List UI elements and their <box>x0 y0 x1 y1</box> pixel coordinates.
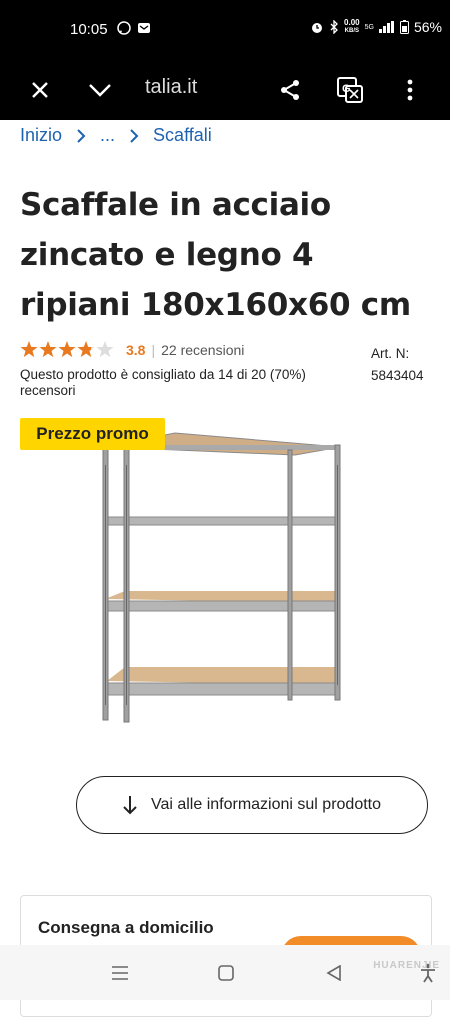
star-empty-icon <box>96 341 114 358</box>
share-button[interactable] <box>270 70 310 110</box>
recommendation-text: Questo prodotto è consigliato da 14 di 2… <box>20 367 306 398</box>
net-speed-unit: KB/S <box>344 28 359 34</box>
home-button[interactable] <box>212 959 240 987</box>
back-button[interactable] <box>320 959 348 987</box>
alarm-icon <box>312 23 323 33</box>
chevron-right-icon <box>130 128 139 143</box>
rating-stars <box>20 341 114 358</box>
translate-icon: G <box>337 77 363 103</box>
breadcrumb-home[interactable]: Inizio <box>20 125 62 146</box>
signal-label: 5G <box>364 23 374 31</box>
signal-icon <box>378 21 394 33</box>
shelf-board-3 <box>102 591 341 612</box>
more-vert-icon <box>407 79 413 101</box>
shelf-board-2 <box>102 516 341 526</box>
delivery-title: Consegna a domicilio <box>38 918 214 937</box>
menu-icon <box>112 966 128 980</box>
arrow-down-icon <box>123 796 137 815</box>
product-image[interactable] <box>95 425 345 725</box>
url-text[interactable]: talia.it <box>145 76 197 99</box>
battery-icon <box>399 20 409 34</box>
svg-text:G: G <box>342 83 351 95</box>
shelf-board-bottom <box>102 667 341 696</box>
status-left-icons <box>117 21 151 35</box>
share-icon <box>281 80 299 100</box>
system-nav-bar <box>0 945 450 1000</box>
article-label: Art. N: <box>371 346 410 361</box>
translate-button[interactable]: G <box>330 70 370 110</box>
rating-divider: | <box>151 341 156 358</box>
status-time: 10:05 <box>70 21 108 38</box>
bluetooth-icon <box>330 20 338 34</box>
more-button[interactable] <box>390 70 430 110</box>
network-speed: 0.00 KB/S <box>344 19 360 35</box>
chevron-down-icon <box>89 84 111 97</box>
star-full-icon <box>39 341 57 358</box>
close-button[interactable] <box>20 70 60 110</box>
mail-icon <box>138 23 150 33</box>
status-bar: 10:05 0.00 KB/S 5G 56% <box>0 0 450 60</box>
net-speed-value: 0.00 <box>344 18 360 27</box>
product-info-label: Vai alle informazioni sul prodotto <box>150 796 382 813</box>
status-right-icons: 0.00 KB/S 5G 56% <box>310 19 442 35</box>
whatsapp-icon <box>117 21 131 35</box>
star-full-icon <box>20 341 38 358</box>
browser-toolbar: talia.it G <box>0 60 450 120</box>
close-icon <box>32 82 48 98</box>
star-full-icon <box>58 341 76 358</box>
rating-value: 3.8 <box>126 341 146 358</box>
rating-row[interactable]: 3.8 | 22 recensioni <box>20 341 244 358</box>
breadcrumb: Inizio ... Scaffali <box>20 125 212 146</box>
article-value: 5843404 <box>371 368 424 383</box>
back-triangle-icon <box>326 965 341 981</box>
review-count[interactable]: 22 recensioni <box>161 342 244 358</box>
article-number: Art. N: 5843404 <box>371 343 424 387</box>
breadcrumb-category[interactable]: Scaffali <box>153 125 212 146</box>
chevron-right-icon <box>77 128 86 143</box>
breadcrumb-ellipsis[interactable]: ... <box>100 125 115 146</box>
product-info-button[interactable]: Vai alle informazioni sul prodotto <box>76 776 428 834</box>
battery-level: 56% <box>413 19 442 35</box>
shelf-upright <box>287 449 293 701</box>
star-partial-icon <box>77 341 95 358</box>
expand-button[interactable] <box>80 70 120 110</box>
watermark: HUARENJIE <box>373 960 440 971</box>
product-title: Scaffale in acciaio zincato e legno 4 ri… <box>20 187 411 323</box>
recents-button[interactable] <box>106 959 134 987</box>
home-square-icon <box>218 965 234 981</box>
promo-badge: Prezzo promo <box>20 418 165 450</box>
